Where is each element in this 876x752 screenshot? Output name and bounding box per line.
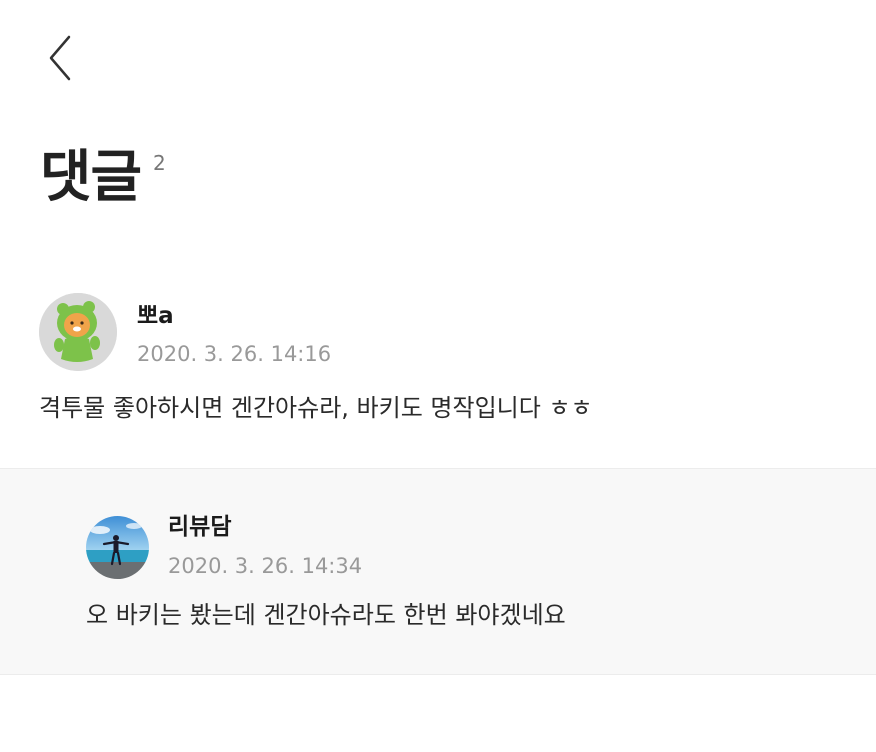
reply-item: 리뷰담 2020. 3. 26. 14:34 오 바키는 봤는데 겐간아슈라도 … (0, 468, 876, 675)
comments-page: 댓글 2 뽀a 2020. 3. 26. 14:16 격투물 좋아하시면 겐간아… (0, 0, 876, 752)
comment-text: 격투물 좋아하시면 겐간아슈라, 바키도 명작입니다 ㅎㅎ (39, 394, 593, 422)
comment-date: 2020. 3. 26. 14:16 (137, 342, 332, 366)
comment-count: 2 (153, 151, 166, 175)
page-title: 댓글 (40, 145, 142, 210)
back-button[interactable] (36, 28, 84, 88)
comment-item: 뽀a 2020. 3. 26. 14:16 격투물 좋아하시면 겐간아슈라, 바… (0, 270, 876, 468)
comments-header: 댓글 2 (40, 140, 166, 216)
ryan-character-icon (39, 293, 117, 371)
beach-photo-icon (86, 516, 149, 579)
reply-author[interactable]: 리뷰담 (168, 513, 231, 541)
reply-text: 오 바키는 봤는데 겐간아슈라도 한번 봐야겠네요 (86, 601, 566, 629)
avatar[interactable] (39, 293, 117, 371)
chevron-left-icon (49, 35, 71, 81)
reply-date: 2020. 3. 26. 14:34 (168, 554, 363, 578)
comment-author[interactable]: 뽀a (137, 302, 174, 330)
avatar[interactable] (86, 516, 149, 579)
